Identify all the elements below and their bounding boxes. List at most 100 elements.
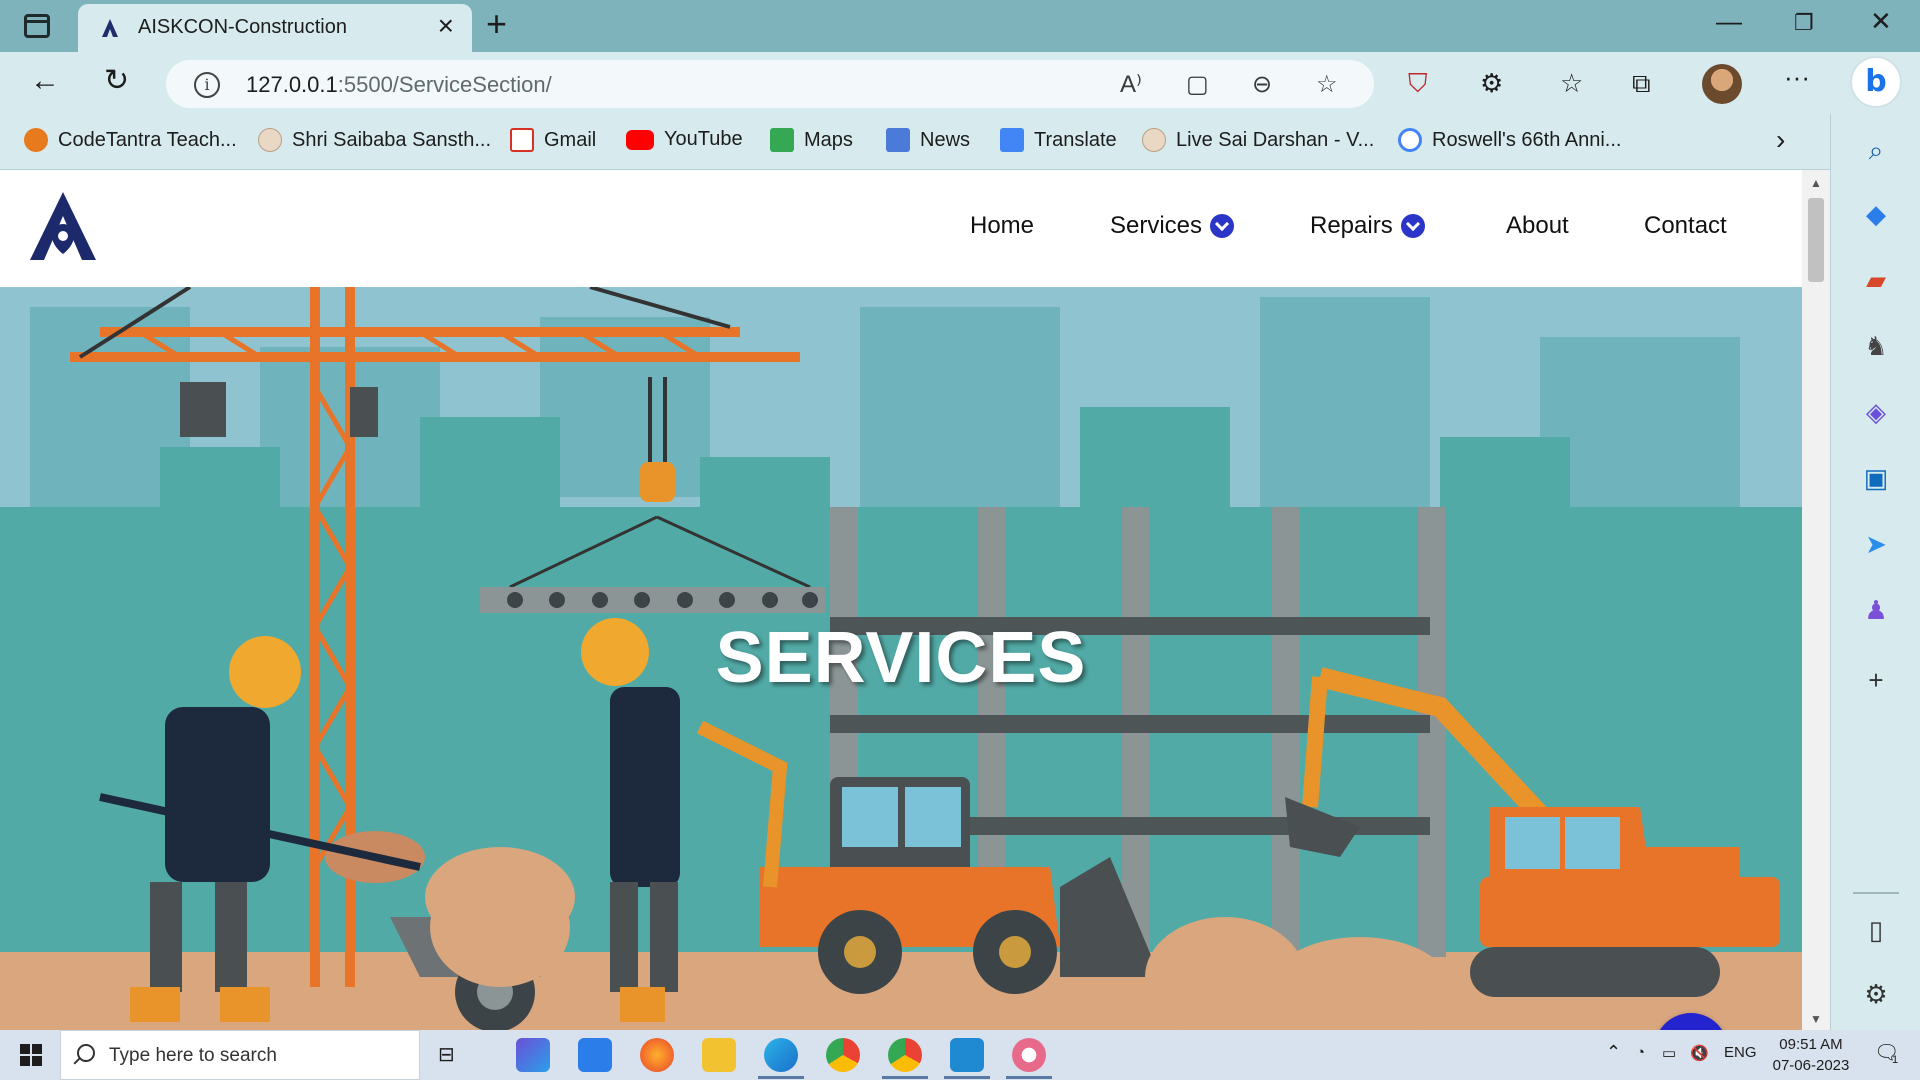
chevron-down-icon[interactable] bbox=[1210, 214, 1235, 238]
settings-gear-icon[interactable]: ⚙ bbox=[1860, 978, 1892, 1010]
bookmark-maps[interactable]: Maps bbox=[770, 128, 853, 152]
bookmark-label: Translate bbox=[1034, 128, 1117, 151]
mcafee-extension-icon[interactable]: ⛉ bbox=[1408, 68, 1428, 100]
bookmark-saibaba[interactable]: Shri Saibaba Sansth... bbox=[258, 128, 491, 152]
restore-icon[interactable]: ❐ bbox=[1794, 12, 1814, 34]
bookmark-codetantra[interactable]: CodeTantra Teach... bbox=[24, 128, 237, 152]
search-icon bbox=[77, 1044, 95, 1062]
search-icon[interactable]: ⌕ bbox=[1860, 134, 1892, 166]
nav-repairs[interactable]: Repairs bbox=[1310, 212, 1425, 240]
shopping-tag-icon[interactable]: ◆ bbox=[1860, 198, 1892, 230]
scroll-up-icon[interactable]: ▲ bbox=[1810, 176, 1822, 190]
tools-briefcase-icon[interactable]: ▰ bbox=[1860, 264, 1892, 296]
nav-home[interactable]: Home bbox=[970, 212, 1034, 240]
chevron-up-icon[interactable]: ⌃ bbox=[1606, 1042, 1621, 1063]
bookmark-translate[interactable]: Translate bbox=[1000, 128, 1117, 152]
chrome-profile-taskbar-icon[interactable] bbox=[888, 1038, 922, 1072]
active-tab[interactable]: AISKCON-Construction × bbox=[78, 4, 472, 52]
browser-toolbar: ← ↻ i 127.0.0.1:5500/ServiceSection/ A⁾ … bbox=[0, 52, 1920, 114]
scrollbar-thumb[interactable] bbox=[1808, 198, 1824, 282]
url-text[interactable]: 127.0.0.1:5500/ServiceSection/ bbox=[246, 72, 552, 98]
collections-icon[interactable]: ⧉ bbox=[1632, 68, 1651, 100]
chrome-taskbar-icon[interactable] bbox=[826, 1038, 860, 1072]
bookmark-news[interactable]: News bbox=[886, 128, 970, 152]
todo-taskbar-icon[interactable] bbox=[578, 1038, 612, 1072]
chevron-right-icon[interactable]: › bbox=[1776, 124, 1785, 156]
profile-avatar[interactable] bbox=[1702, 64, 1742, 104]
open-app-indicator bbox=[882, 1076, 928, 1079]
bing-chat-icon[interactable]: b bbox=[1850, 56, 1902, 108]
wifi-icon[interactable]: ◔ bbox=[1636, 1044, 1645, 1061]
back-icon[interactable]: ← bbox=[30, 66, 60, 96]
hero-banner: SERVICES bbox=[0, 287, 1802, 1030]
page-scrollbar[interactable]: ▲ ▼ bbox=[1802, 170, 1830, 1030]
bookmark-live-sai-darshan[interactable]: Live Sai Darshan - V... bbox=[1142, 128, 1374, 152]
nav-contact-label: Contact bbox=[1644, 212, 1727, 239]
microsoft-365-taskbar-icon[interactable] bbox=[516, 1038, 550, 1072]
task-view-icon[interactable]: ⊟ bbox=[438, 1042, 455, 1067]
close-window-icon[interactable]: ✕ bbox=[1870, 8, 1892, 34]
youtube-icon bbox=[626, 129, 654, 150]
zoom-out-icon[interactable]: ⊖ bbox=[1252, 70, 1272, 99]
edge-taskbar-icon[interactable] bbox=[764, 1038, 798, 1072]
tab-actions-icon[interactable] bbox=[24, 14, 50, 38]
bookmark-youtube[interactable]: YouTube bbox=[626, 128, 743, 151]
snipping-tool-taskbar-icon[interactable] bbox=[1012, 1038, 1046, 1072]
site-info-icon[interactable]: i bbox=[194, 72, 220, 98]
clock-time: 09:51 AM bbox=[1779, 1036, 1843, 1053]
send-icon[interactable]: ➤ bbox=[1860, 528, 1892, 560]
hero-title: SERVICES bbox=[715, 618, 1087, 698]
taskbar-clock[interactable]: 09:51 AM 07-06-2023 bbox=[1766, 1034, 1856, 1076]
file-explorer-taskbar-icon[interactable] bbox=[702, 1038, 736, 1072]
bookmark-roswell[interactable]: Roswell's 66th Anni... bbox=[1398, 128, 1621, 152]
site-favicon-icon bbox=[102, 19, 118, 37]
taskbar-search[interactable]: Type here to search bbox=[60, 1030, 420, 1080]
microsoft-365-icon[interactable]: ◈ bbox=[1860, 396, 1892, 428]
codetantra-icon bbox=[24, 128, 48, 152]
chevron-down-icon[interactable] bbox=[1400, 214, 1425, 238]
close-tab-icon[interactable]: × bbox=[438, 12, 454, 40]
favorite-star-icon[interactable]: ☆ bbox=[1316, 70, 1338, 99]
add-icon[interactable]: + bbox=[1860, 664, 1892, 696]
bookmark-label: Roswell's 66th Anni... bbox=[1432, 128, 1622, 151]
notification-count: 1 bbox=[1892, 1054, 1899, 1066]
nav-services[interactable]: Services bbox=[1110, 212, 1235, 240]
windows-taskbar: Type here to search ⊟ ⌃ ◔ ▭ 🔇 ENG 09:51 … bbox=[0, 1030, 1920, 1080]
refresh-icon[interactable]: ↻ bbox=[104, 66, 129, 96]
tab-title: AISKCON-Construction bbox=[138, 16, 347, 38]
minimize-icon[interactable]: — bbox=[1716, 8, 1742, 34]
battery-icon[interactable]: ▭ bbox=[1662, 1044, 1676, 1062]
active-app-indicator bbox=[758, 1076, 804, 1079]
more-options-icon[interactable]: ··· bbox=[1784, 62, 1810, 93]
immersive-reader-icon[interactable]: ▢ bbox=[1186, 70, 1209, 99]
nav-about[interactable]: About bbox=[1506, 212, 1569, 240]
address-bar[interactable]: i 127.0.0.1:5500/ServiceSection/ A⁾ ▢ ⊖ … bbox=[166, 60, 1374, 108]
nav-services-label: Services bbox=[1110, 212, 1203, 239]
new-tab-icon[interactable]: + bbox=[486, 6, 507, 42]
bookmark-label: YouTube bbox=[664, 128, 743, 150]
extensions-icon[interactable]: ⚙ bbox=[1480, 68, 1503, 99]
bookmark-label: News bbox=[920, 128, 971, 151]
aiskcon-logo-icon[interactable] bbox=[28, 190, 98, 262]
firefox-taskbar-icon[interactable] bbox=[640, 1038, 674, 1072]
sidebar-toggle-icon[interactable]: ▯ bbox=[1860, 914, 1892, 946]
scroll-down-icon[interactable]: ▼ bbox=[1810, 1012, 1822, 1026]
bookmark-label: Shri Saibaba Sansth... bbox=[292, 128, 492, 151]
nav-home-label: Home bbox=[970, 212, 1035, 239]
bookmark-gmail[interactable]: Gmail bbox=[510, 128, 596, 152]
read-aloud-icon[interactable]: A⁾ bbox=[1120, 70, 1142, 99]
vscode-taskbar-icon[interactable] bbox=[950, 1038, 984, 1072]
favorites-icon[interactable]: ☆ bbox=[1560, 68, 1583, 99]
outlook-icon[interactable]: ▣ bbox=[1860, 462, 1892, 494]
volume-muted-icon[interactable]: 🔇 bbox=[1690, 1044, 1709, 1062]
games-icon[interactable]: ♞ bbox=[1860, 330, 1892, 362]
bookmark-label: Gmail bbox=[544, 128, 597, 151]
bookmark-label: Live Sai Darshan - V... bbox=[1176, 128, 1375, 151]
language-indicator[interactable]: ENG bbox=[1724, 1044, 1757, 1061]
drop-icon[interactable]: ♟ bbox=[1860, 594, 1892, 626]
windows-start-icon[interactable] bbox=[20, 1044, 42, 1066]
saibaba-icon bbox=[1142, 128, 1166, 152]
gmail-icon bbox=[510, 128, 534, 152]
nav-contact[interactable]: Contact bbox=[1644, 212, 1727, 240]
nav-about-label: About bbox=[1506, 212, 1569, 239]
